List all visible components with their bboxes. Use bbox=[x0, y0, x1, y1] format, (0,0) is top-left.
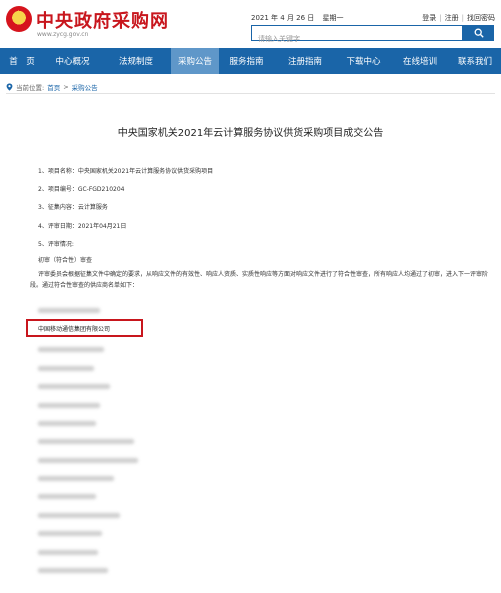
search-icon bbox=[474, 28, 484, 38]
register-link[interactable]: 注册 bbox=[445, 14, 459, 22]
redacted-supplier bbox=[38, 347, 104, 352]
divider bbox=[6, 93, 495, 94]
section-title: 初审（符合性）审查 bbox=[38, 257, 93, 264]
nav-item-announcements[interactable]: 采购公告 bbox=[171, 48, 219, 74]
highlighted-supplier: 中国移动通信集团有限公司 bbox=[38, 326, 111, 333]
redacted-supplier bbox=[38, 550, 98, 555]
breadcrumb-current-link[interactable]: 采购公告 bbox=[72, 82, 98, 92]
user-links: 登录 | 注册 | 找回密码 bbox=[422, 13, 495, 23]
redacted-supplier bbox=[38, 476, 114, 481]
nav-item-service-guide[interactable]: 服务指南 bbox=[219, 48, 274, 74]
national-emblem-icon: ★ bbox=[6, 6, 32, 32]
redacted-supplier bbox=[38, 421, 96, 426]
redacted-supplier bbox=[38, 494, 96, 499]
breadcrumb-home-link[interactable]: 首页 bbox=[47, 82, 60, 92]
location-pin-icon bbox=[6, 83, 13, 91]
weekday-text: 星期一 bbox=[322, 14, 344, 22]
field-value: 云计算服务 bbox=[77, 204, 108, 211]
site-header: ★ 中央政府采购网 www.zycg.gov.cn 2021 年 4 月 26 … bbox=[0, 0, 501, 47]
nav-item-regulations[interactable]: 法规制度 bbox=[101, 48, 171, 74]
nav-item-about[interactable]: 中心概况 bbox=[44, 48, 101, 74]
field-review-status: 5、评审情况: bbox=[38, 239, 74, 248]
nav-item-home[interactable]: 首 页 bbox=[0, 48, 44, 74]
search-input[interactable] bbox=[252, 32, 462, 46]
field-label: 2、项目编号： bbox=[38, 186, 78, 193]
site-title[interactable]: 中央政府采购网 bbox=[36, 7, 169, 33]
date-display: 2021 年 4 月 26 日 星期一 bbox=[251, 13, 350, 23]
field-label: 3、征集内容： bbox=[38, 204, 78, 211]
field-label: 4、评审日期： bbox=[38, 223, 78, 230]
find-password-link[interactable]: 找回密码 bbox=[467, 14, 495, 22]
redacted-supplier bbox=[38, 568, 108, 573]
redacted-supplier bbox=[38, 458, 138, 463]
site-url: www.zycg.gov.cn bbox=[37, 31, 89, 38]
nav-item-downloads[interactable]: 下载中心 bbox=[336, 48, 391, 74]
review-paragraph: 评审委员会根据征集文件中确定的要求，从响应文件的有效性、响应人资质、实质性响应等… bbox=[30, 271, 489, 289]
link-separator: | bbox=[461, 14, 464, 22]
nav-item-contact[interactable]: 联系我们 bbox=[449, 48, 501, 74]
field-project-number: 2、项目编号：GC-FGD210204 bbox=[38, 184, 124, 193]
field-content: 3、征集内容：云计算服务 bbox=[38, 202, 108, 211]
redacted-supplier bbox=[38, 366, 94, 371]
breadcrumb-label: 当前位置: bbox=[16, 84, 45, 92]
nav-item-registration-guide[interactable]: 注册指南 bbox=[274, 48, 336, 74]
login-link[interactable]: 登录 bbox=[422, 14, 436, 22]
main-nav: 首 页 中心概况 法规制度 采购公告 服务指南 注册指南 下载中心 在线培训 联… bbox=[0, 48, 501, 74]
nav-item-online-training[interactable]: 在线培训 bbox=[391, 48, 449, 74]
redacted-supplier bbox=[38, 439, 134, 444]
redacted-supplier bbox=[38, 513, 120, 518]
link-separator: | bbox=[439, 14, 442, 22]
field-review-date: 4、评审日期：2021年04月21日 bbox=[38, 221, 126, 230]
redacted-supplier bbox=[38, 403, 100, 408]
field-value: GC-FGD210204 bbox=[77, 186, 125, 193]
field-project-name: 1、项目名称：中央国家机关2021年云计算服务协议供货采购项目 bbox=[38, 166, 213, 175]
redacted-supplier bbox=[38, 308, 100, 313]
breadcrumb-separator: > bbox=[63, 83, 69, 91]
article-title: 中央国家机关2021年云计算服务协议供货采购项目成交公告 bbox=[117, 128, 384, 139]
breadcrumb: 当前位置: 首页 > 采购公告 bbox=[6, 82, 98, 92]
redacted-supplier bbox=[38, 384, 110, 389]
search-box bbox=[251, 25, 463, 46]
search-button[interactable] bbox=[463, 25, 494, 41]
field-label: 5、评审情况: bbox=[38, 241, 74, 248]
field-label: 1、项目名称： bbox=[38, 168, 78, 175]
field-value: 2021年04月21日 bbox=[77, 223, 127, 230]
field-value: 中央国家机关2021年云计算服务协议供货采购项目 bbox=[77, 168, 214, 175]
date-text: 2021 年 4 月 26 日 bbox=[251, 14, 315, 22]
redacted-supplier bbox=[38, 531, 102, 536]
